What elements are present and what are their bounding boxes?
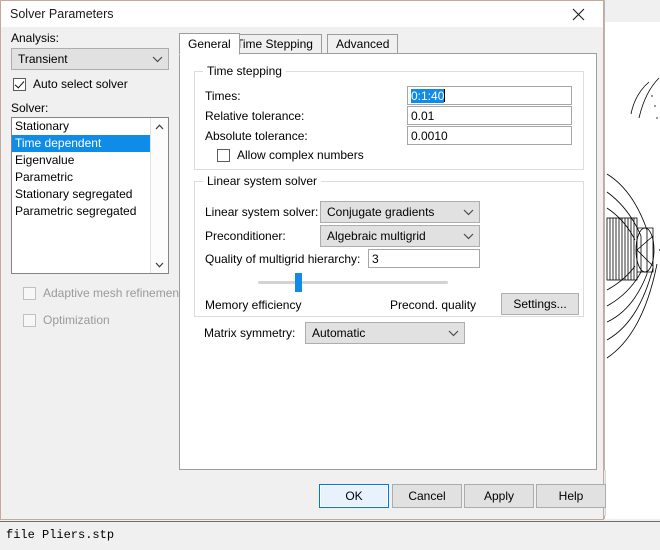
linear-system-solver-value: Conjugate gradients: [327, 205, 435, 219]
cad-toolbar-strip: [604, 0, 660, 23]
checkbox-box: [217, 148, 230, 162]
times-input[interactable]: 0:1:40: [407, 86, 572, 105]
checkbox-box: [13, 77, 26, 91]
quality-of-multigrid-input[interactable]: 3: [368, 249, 480, 268]
optimization-checkbox: Optimization: [23, 313, 110, 327]
matrix-symmetry-value: Automatic: [312, 326, 366, 340]
multigrid-quality-slider-thumb[interactable]: [295, 273, 302, 292]
absolute-tolerance-value: 0.0010: [411, 128, 448, 143]
adaptive-mesh-refinement-checkbox: Adaptive mesh refinement: [23, 286, 182, 300]
tab-time-stepping[interactable]: Time Stepping: [227, 34, 322, 54]
solver-list: Stationary Time dependent Eigenvalue Par…: [12, 118, 151, 220]
cancel-button[interactable]: Cancel: [392, 484, 462, 508]
chevron-down-icon: [457, 232, 479, 240]
list-item[interactable]: Parametric: [12, 169, 151, 186]
preconditioner-dropdown[interactable]: Algebraic multigrid: [320, 225, 480, 247]
status-bar: file Pliers.stp: [0, 521, 660, 550]
tabstrip: General Time Stepping Advanced: [179, 33, 597, 55]
apply-button[interactable]: Apply: [464, 484, 534, 508]
times-input-value: 0:1:40: [411, 88, 445, 103]
settings-button[interactable]: Settings...: [501, 293, 579, 315]
adaptive-mesh-refinement-label: Adaptive mesh refinement: [43, 286, 183, 300]
absolute-tolerance-input[interactable]: 0.0010: [407, 126, 572, 145]
list-item[interactable]: Stationary segregated: [12, 186, 151, 203]
text-caret: [444, 89, 446, 102]
preconditioner-value: Algebraic multigrid: [327, 229, 426, 243]
chevron-up-icon[interactable]: [151, 118, 168, 135]
preconditioner-label: Preconditioner:: [205, 229, 286, 243]
allow-complex-numbers-checkbox[interactable]: Allow complex numbers: [217, 148, 364, 162]
solver-parameters-dialog: Solver Parameters Analysis: Transient Au…: [0, 0, 606, 520]
quality-of-multigrid-label: Quality of multigrid hierarchy:: [205, 252, 361, 266]
allow-complex-numbers-label: Allow complex numbers: [237, 148, 364, 162]
ok-button[interactable]: OK: [319, 484, 389, 508]
list-item[interactable]: Stationary: [12, 118, 151, 135]
chevron-down-icon[interactable]: [151, 256, 168, 273]
status-bar-text: file Pliers.stp: [6, 528, 115, 542]
matrix-symmetry-label: Matrix symmetry:: [204, 326, 296, 340]
close-icon[interactable]: [557, 1, 599, 27]
linear-system-solver-label: Linear system solver:: [205, 205, 319, 219]
time-stepping-group: Time stepping Times: 0:1:40 Relative tol…: [194, 64, 584, 170]
optimization-label: Optimization: [43, 313, 110, 327]
cad-wireframe-drawing: [606, 77, 660, 359]
analysis-label: Analysis:: [11, 31, 60, 45]
auto-select-solver-checkbox[interactable]: Auto select solver: [13, 77, 128, 91]
help-button[interactable]: Help: [536, 484, 606, 508]
analysis-dropdown-value: Transient: [18, 52, 68, 66]
solver-listbox[interactable]: Stationary Time dependent Eigenvalue Par…: [11, 117, 169, 274]
checkbox-box: [23, 286, 36, 300]
dialog-titlebar[interactable]: Solver Parameters: [1, 1, 603, 27]
chevron-down-icon: [146, 55, 168, 63]
memory-efficiency-label: Memory efficiency: [205, 298, 302, 312]
solver-label: Solver:: [11, 101, 49, 115]
list-item[interactable]: Eigenvalue: [12, 152, 151, 169]
tab-general[interactable]: General: [179, 33, 240, 55]
linear-system-solver-group: Linear system solver Linear system solve…: [194, 174, 584, 317]
times-label: Times:: [205, 89, 241, 103]
tab-advanced[interactable]: Advanced: [327, 34, 399, 54]
tab-panel-general: Time stepping Times: 0:1:40 Relative tol…: [179, 53, 597, 470]
list-item[interactable]: Time dependent: [12, 135, 151, 152]
chevron-down-icon: [457, 208, 479, 216]
checkbox-box: [23, 313, 36, 327]
matrix-symmetry-dropdown[interactable]: Automatic: [305, 322, 465, 344]
linear-system-solver-group-title: Linear system solver: [203, 174, 322, 188]
multigrid-quality-slider-track[interactable]: [258, 281, 448, 284]
quality-of-multigrid-value: 3: [372, 251, 379, 266]
absolute-tolerance-label: Absolute tolerance:: [205, 129, 308, 143]
relative-tolerance-value: 0.01: [411, 108, 435, 123]
solver-list-scrollbar[interactable]: [150, 118, 168, 273]
cad-viewport[interactable]: [604, 22, 660, 519]
time-stepping-group-title: Time stepping: [203, 64, 286, 78]
precond-quality-label: Precond. quality: [390, 298, 477, 312]
relative-tolerance-input[interactable]: 0.01: [407, 106, 572, 125]
chevron-down-icon: [442, 329, 464, 337]
relative-tolerance-label: Relative tolerance:: [205, 109, 305, 123]
auto-select-solver-label: Auto select solver: [33, 77, 128, 91]
dialog-title: Solver Parameters: [10, 7, 114, 21]
analysis-dropdown[interactable]: Transient: [11, 48, 169, 70]
linear-system-solver-dropdown[interactable]: Conjugate gradients: [320, 201, 480, 223]
list-item[interactable]: Parametric segregated: [12, 203, 151, 220]
